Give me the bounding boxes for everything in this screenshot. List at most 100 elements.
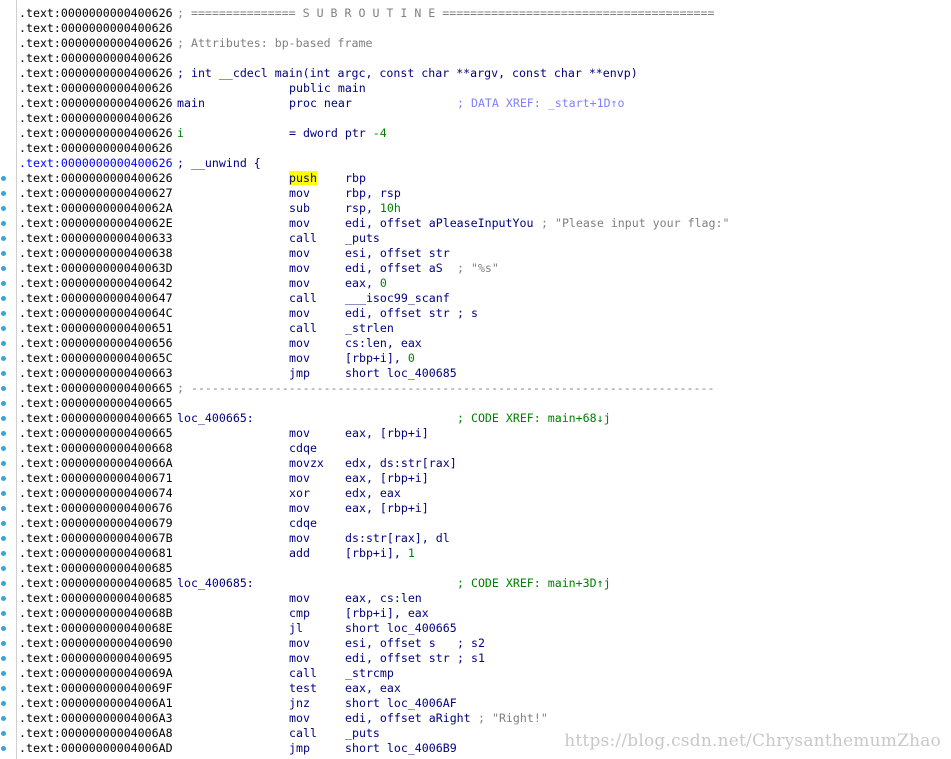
line-address[interactable]: .text:0000000000400647 [19, 291, 173, 306]
line-address[interactable]: .text:0000000000400676 [19, 501, 173, 516]
disasm-line[interactable]: .text:000000000040062A sub rsp, 10h [0, 201, 951, 216]
line-address[interactable]: .text:0000000000400626 [19, 81, 173, 96]
line-mnemonic[interactable]: jmp [289, 366, 310, 381]
line-address[interactable]: .text:000000000040069A [19, 666, 173, 681]
line-mnemonic[interactable]: cdqe [289, 516, 317, 531]
line-address[interactable]: .text:000000000040062A [19, 201, 173, 216]
disasm-line[interactable]: .text:0000000000400638 mov esi, offset str [0, 246, 951, 261]
disasm-line[interactable]: .text:000000000040069F test eax, eax [0, 681, 951, 696]
line-label[interactable]: loc_400685: [177, 576, 254, 591]
line-address[interactable]: .text:000000000040069F [19, 681, 173, 696]
line-operands[interactable]: short loc_400665 [345, 621, 457, 636]
line-address[interactable]: .text:0000000000400656 [19, 336, 173, 351]
line-mnemonic[interactable]: mov [289, 186, 310, 201]
line-address[interactable]: .text:000000000040066A [19, 456, 173, 471]
line-operands[interactable]: [rbp+i], 0 [345, 351, 415, 366]
disasm-line[interactable]: .text:0000000000400626 [0, 21, 951, 36]
line-address[interactable]: .text:0000000000400626 [19, 141, 173, 156]
disasm-line[interactable]: .text:000000000040063D mov edi, offset aS;… [0, 261, 951, 276]
line-mnemonic[interactable]: jmp [289, 741, 310, 756]
line-mnemonic[interactable]: = dword ptr -4 [289, 126, 387, 141]
line-operands[interactable]: eax, [rbp+i] [345, 471, 429, 486]
line-address[interactable]: .text:000000000040065C [19, 351, 173, 366]
line-mnemonic[interactable]: add [289, 546, 310, 561]
line-mnemonic[interactable]: mov [289, 276, 310, 291]
line-operands[interactable]: _puts [345, 231, 380, 246]
disasm-line[interactable]: .text:0000000000400685 [0, 561, 951, 576]
line-address[interactable]: .text:0000000000400626 [19, 171, 173, 186]
ida-disassembly-view[interactable]: .text:0000000000400626 ; =============== … [0, 0, 951, 759]
line-address[interactable]: .text:0000000000400695 [19, 651, 173, 666]
line-operands[interactable]: edi, offset aRight [345, 711, 471, 726]
disasm-line[interactable]: .text:000000000040066A movzx edx, ds:str[r… [0, 456, 951, 471]
line-operands[interactable]: [rbp+i], eax [345, 606, 429, 621]
line-address[interactable]: .text:000000000040062E [19, 216, 173, 231]
disasm-line[interactable]: .text:0000000000400626 main proc near ; DAT… [0, 96, 951, 111]
disasm-line[interactable]: .text:0000000000400626 [0, 111, 951, 126]
line-address[interactable]: .text:0000000000400642 [19, 276, 173, 291]
line-operands[interactable]: short loc_4006B9 [345, 741, 457, 756]
line-address[interactable]: .text:0000000000400626 [19, 126, 173, 141]
line-address[interactable]: .text:000000000040068E [19, 621, 173, 636]
line-address[interactable]: .text:0000000000400651 [19, 321, 173, 336]
line-mnemonic[interactable]: call [289, 666, 317, 681]
line-mnemonic[interactable]: mov [289, 351, 310, 366]
disasm-line[interactable]: .text:0000000000400695 mov edi, offset str… [0, 651, 951, 666]
line-address[interactable]: .text:00000000004006A3 [19, 711, 173, 726]
line-address[interactable]: .text:0000000000400665 [19, 426, 173, 441]
line-mnemonic[interactable]: cdqe [289, 441, 317, 456]
line-operands[interactable]: edx, ds:str[rax] [345, 456, 457, 471]
disasm-line[interactable]: .text:00000000004006A3 mov edi, offset aRi… [0, 711, 951, 726]
line-label[interactable]: main [177, 96, 205, 111]
line-mnemonic[interactable]: movzx [289, 456, 324, 471]
disasm-line[interactable]: .text:0000000000400651 call _strlen [0, 321, 951, 336]
line-operands[interactable]: _strlen [345, 321, 394, 336]
line-operands[interactable]: [rbp+i], 1 [345, 546, 415, 561]
line-mnemonic[interactable]: mov [289, 216, 310, 231]
line-mnemonic[interactable]: call [289, 231, 317, 246]
line-operands[interactable]: edi, offset str [345, 306, 450, 321]
line-address[interactable]: .text:0000000000400626 [19, 111, 173, 126]
disasm-line[interactable]: .text:0000000000400665 loc_400665: ; CODE … [0, 411, 951, 426]
disasm-line[interactable]: .text:0000000000400626 ; =============== … [0, 6, 951, 21]
line-mnemonic[interactable]: mov [289, 651, 310, 666]
disasm-line[interactable]: .text:0000000000400642 mov eax, 0 [0, 276, 951, 291]
disasm-line[interactable]: .text:0000000000400681 add [rbp+i], 1 [0, 546, 951, 561]
line-address[interactable]: .text:000000000040063D [19, 261, 173, 276]
line-address[interactable]: .text:0000000000400685 [19, 591, 173, 606]
line-mnemonic[interactable]: mov [289, 636, 310, 651]
line-mnemonic[interactable]: mov [289, 261, 310, 276]
line-label[interactable]: loc_400665: [177, 411, 254, 426]
line-mnemonic[interactable]: mov [289, 711, 310, 726]
disasm-line[interactable]: .text:0000000000400626 ; Attributes: bp-b… [0, 36, 951, 51]
disasm-line[interactable]: .text:0000000000400674 xor edx, eax [0, 486, 951, 501]
line-operands[interactable]: eax, 0 [345, 276, 387, 291]
disasm-line[interactable]: .text:0000000000400671 mov eax, [rbp+i] [0, 471, 951, 486]
line-label[interactable]: ; __unwind { [177, 156, 261, 171]
xref-comment[interactable]: ; CODE XREF: main+68↓j [457, 411, 611, 426]
line-mnemonic[interactable]: mov [289, 501, 310, 516]
disasm-line[interactable]: .text:0000000000400668 cdqe [0, 441, 951, 456]
disasm-line[interactable]: .text:0000000000400685 loc_400685: ; CODE … [0, 576, 951, 591]
line-operands[interactable]: rbp [345, 171, 366, 186]
disasm-line[interactable]: .text:0000000000400626 public main [0, 81, 951, 96]
highlighted-mnemonic[interactable]: push [289, 171, 317, 185]
disasm-line[interactable]: .text:000000000040067B mov ds:str[rax], dl [0, 531, 951, 546]
line-address[interactable]: .text:0000000000400665 [19, 411, 173, 426]
line-address[interactable]: .text:000000000040064C [19, 306, 173, 321]
line-operands[interactable]: eax, [rbp+i] [345, 501, 429, 516]
line-mnemonic[interactable]: public main [289, 81, 366, 96]
line-mnemonic[interactable]: cmp [289, 606, 310, 621]
line-address[interactable]: .text:0000000000400663 [19, 366, 173, 381]
disasm-line[interactable]: .text:0000000000400633 call _puts [0, 231, 951, 246]
line-address[interactable]: .text:0000000000400626 [19, 96, 173, 111]
line-address[interactable]: .text:0000000000400685 [19, 576, 173, 591]
disasm-line[interactable]: .text:000000000040068B cmp [rbp+i], eax [0, 606, 951, 621]
disasm-line[interactable]: .text:0000000000400663 jmp short loc_40068… [0, 366, 951, 381]
line-address[interactable]: .text:0000000000400626 [19, 156, 173, 171]
line-address[interactable]: .text:000000000040068B [19, 606, 173, 621]
line-address[interactable]: .text:00000000004006A8 [19, 726, 173, 741]
disasm-line[interactable]: .text:0000000000400679 cdqe [0, 516, 951, 531]
line-address[interactable]: .text:0000000000400674 [19, 486, 173, 501]
disasm-line[interactable]: .text:0000000000400626 ; __unwind { [0, 156, 951, 171]
